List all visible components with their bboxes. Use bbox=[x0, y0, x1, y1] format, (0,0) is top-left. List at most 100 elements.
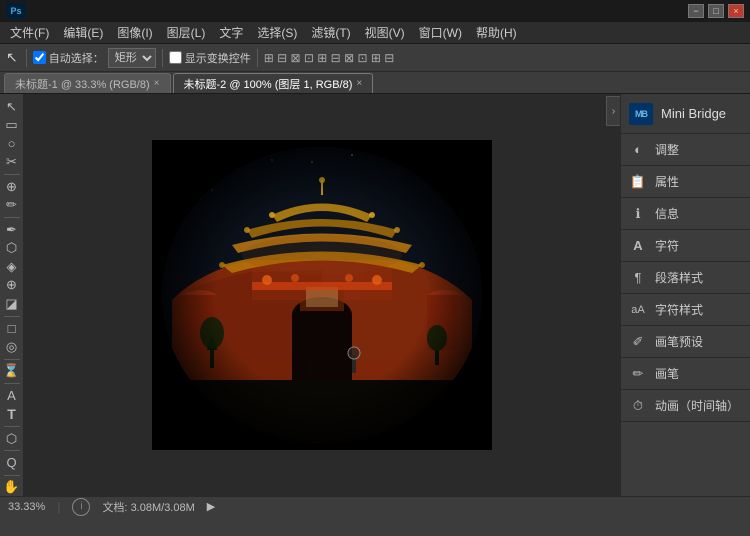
tool-eyedropper[interactable]: ✏ bbox=[1, 197, 23, 215]
document-image bbox=[152, 140, 492, 450]
tab-2-label: 未标题-2 @ 100% (图层 1, RGB/8) bbox=[184, 76, 353, 92]
tabs-bar: 未标题-1 @ 33.3% (RGB/8) × 未标题-2 @ 100% (图层… bbox=[0, 72, 750, 94]
panel-item-paragraph-style[interactable]: ¶ 段落样式 bbox=[621, 262, 750, 294]
tool-zoom[interactable]: Q bbox=[1, 454, 23, 472]
right-panel: MB Mini Bridge ◐ 调整 📋 属性 ℹ 信息 A 字符 ¶ 段落样… bbox=[620, 94, 750, 496]
menu-filter[interactable]: 滤镜(T) bbox=[305, 22, 356, 43]
close-button[interactable]: × bbox=[728, 4, 744, 18]
status-bar: 33.33% | i 文档: 3.08M/3.08M ▶ bbox=[0, 496, 750, 516]
menu-layer[interactable]: 图层(L) bbox=[161, 22, 212, 43]
main-layout: ↖ ▭ ○ ✂ ⊕ ✏ ✒ ⬡ ◈ ⊕ ◪ □ ◎ ⌛ A T ⬡ Q ✋ bbox=[0, 94, 750, 496]
auto-select-dropdown[interactable]: 矩形 bbox=[108, 48, 156, 68]
auto-select-checkbox[interactable] bbox=[33, 51, 46, 64]
doc-size: 3.08M/3.08M bbox=[131, 502, 195, 514]
panel-item-character[interactable]: A 字符 bbox=[621, 230, 750, 262]
menu-select[interactable]: 选择(S) bbox=[251, 22, 303, 43]
tab-document-2[interactable]: 未标题-2 @ 100% (图层 1, RGB/8) × bbox=[173, 73, 374, 93]
menu-image[interactable]: 图像(I) bbox=[111, 22, 158, 43]
tool-clone[interactable]: ◈ bbox=[1, 258, 23, 276]
tool-brush[interactable]: ⬡ bbox=[1, 240, 23, 258]
menu-window[interactable]: 窗口(W) bbox=[413, 22, 468, 43]
separator-3 bbox=[257, 49, 258, 67]
auto-select-text: 自动选择： bbox=[49, 50, 104, 66]
tool-hand[interactable]: ✋ bbox=[1, 479, 23, 497]
info-label: 信息 bbox=[655, 205, 679, 222]
tool-sep-2 bbox=[4, 217, 20, 218]
brush-icon: ✏ bbox=[629, 365, 647, 383]
adjust-icon: ◐ bbox=[629, 141, 647, 159]
show-transform-label: 显示变换控件 bbox=[169, 50, 251, 66]
timeline-icon: ⏱ bbox=[629, 397, 647, 415]
tab-document-1[interactable]: 未标题-1 @ 33.3% (RGB/8) × bbox=[4, 73, 171, 93]
canvas-area[interactable] bbox=[24, 94, 620, 496]
tool-move[interactable]: ↖ bbox=[1, 98, 23, 116]
status-separator: | bbox=[57, 500, 60, 514]
status-doc-info: 文档: 3.08M/3.08M bbox=[102, 499, 194, 515]
menu-type[interactable]: 文字 bbox=[213, 22, 249, 43]
zoom-level: 33.33% bbox=[8, 501, 45, 513]
toolbox: ↖ ▭ ○ ✂ ⊕ ✏ ✒ ⬡ ◈ ⊕ ◪ □ ◎ ⌛ A T ⬡ Q ✋ bbox=[0, 94, 24, 496]
minimize-button[interactable]: − bbox=[688, 4, 704, 18]
mini-bridge-panel: MB Mini Bridge bbox=[621, 94, 750, 134]
document-canvas bbox=[24, 94, 620, 496]
brush-preset-icon: ✐ bbox=[629, 333, 647, 351]
tool-pen[interactable]: A bbox=[1, 387, 23, 405]
properties-label: 属性 bbox=[655, 173, 679, 190]
tool-sep-6 bbox=[4, 426, 20, 427]
tool-history-brush[interactable]: ⊕ bbox=[1, 277, 23, 295]
tab-2-close[interactable]: × bbox=[356, 78, 362, 89]
properties-icon: 📋 bbox=[629, 173, 647, 191]
tool-shape[interactable]: ⬡ bbox=[1, 430, 23, 448]
options-toolbar: ↖ 自动选择： 矩形 显示变换控件 ⊞ ⊟ ⊠ ⊡ ⊞ ⊟ ⊠ ⊡ ⊞ ⊟ bbox=[0, 44, 750, 72]
tool-dodge[interactable]: ⌛ bbox=[1, 363, 23, 381]
tool-sep-4 bbox=[4, 359, 20, 360]
menu-edit[interactable]: 编辑(E) bbox=[57, 22, 109, 43]
tab-1-close[interactable]: × bbox=[154, 78, 160, 89]
panel-item-brush[interactable]: ✏ 画笔 bbox=[621, 358, 750, 390]
tool-lasso[interactable]: ○ bbox=[1, 135, 23, 153]
paragraph-style-icon: ¶ bbox=[629, 269, 647, 287]
timeline-label: 动画（时间轴） bbox=[655, 397, 739, 414]
brush-preset-label: 画笔预设 bbox=[655, 333, 703, 350]
align-icons: ⊞ ⊟ ⊠ ⊡ ⊞ ⊟ ⊠ ⊡ ⊞ ⊟ bbox=[264, 51, 395, 65]
menu-file[interactable]: 文件(F) bbox=[4, 22, 55, 43]
tool-type[interactable]: T bbox=[1, 405, 23, 423]
tool-sep-1 bbox=[4, 174, 20, 175]
tool-blur[interactable]: ◎ bbox=[1, 338, 23, 356]
image-svg bbox=[152, 140, 492, 450]
separator-1 bbox=[26, 49, 27, 67]
tool-healing[interactable]: ✒ bbox=[1, 221, 23, 239]
panel-item-properties[interactable]: 📋 属性 bbox=[621, 166, 750, 198]
adjust-label: 调整 bbox=[655, 141, 679, 158]
status-info-icon[interactable]: i bbox=[72, 498, 90, 516]
panel-collapse-button[interactable]: › bbox=[606, 96, 620, 126]
ps-logo-icon: Ps bbox=[6, 3, 26, 19]
show-transform-text: 显示变换控件 bbox=[185, 50, 251, 66]
tool-marquee[interactable]: ▭ bbox=[1, 117, 23, 135]
panel-item-brush-preset[interactable]: ✐ 画笔预设 bbox=[621, 326, 750, 358]
status-arrow-button[interactable]: ▶ bbox=[207, 500, 215, 513]
panel-item-adjust[interactable]: ◐ 调整 bbox=[621, 134, 750, 166]
show-transform-checkbox[interactable] bbox=[169, 51, 182, 64]
tool-eraser[interactable]: ◪ bbox=[1, 295, 23, 313]
tool-gradient[interactable]: □ bbox=[1, 320, 23, 338]
maximize-button[interactable]: □ bbox=[708, 4, 724, 18]
panel-item-char-style[interactable]: aA 字符样式 bbox=[621, 294, 750, 326]
tool-sep-3 bbox=[4, 316, 20, 317]
menu-help[interactable]: 帮助(H) bbox=[470, 22, 523, 43]
tool-crop[interactable]: ⊕ bbox=[1, 178, 23, 196]
title-bar-controls: − □ × bbox=[688, 4, 744, 18]
move-tool-icon[interactable]: ↖ bbox=[4, 49, 20, 66]
paragraph-style-label: 段落样式 bbox=[655, 269, 703, 286]
char-style-label: 字符样式 bbox=[655, 301, 703, 318]
tab-1-label: 未标题-1 @ 33.3% (RGB/8) bbox=[15, 76, 150, 92]
tool-magic-wand[interactable]: ✂ bbox=[1, 154, 23, 172]
character-icon: A bbox=[629, 237, 647, 255]
mini-bridge-title: Mini Bridge bbox=[661, 106, 726, 121]
menu-view[interactable]: 视图(V) bbox=[359, 22, 411, 43]
tool-sep-8 bbox=[4, 475, 20, 476]
brush-label: 画笔 bbox=[655, 365, 679, 382]
auto-select-label: 自动选择： bbox=[33, 50, 104, 66]
panel-item-timeline[interactable]: ⏱ 动画（时间轴） bbox=[621, 390, 750, 422]
panel-item-info[interactable]: ℹ 信息 bbox=[621, 198, 750, 230]
